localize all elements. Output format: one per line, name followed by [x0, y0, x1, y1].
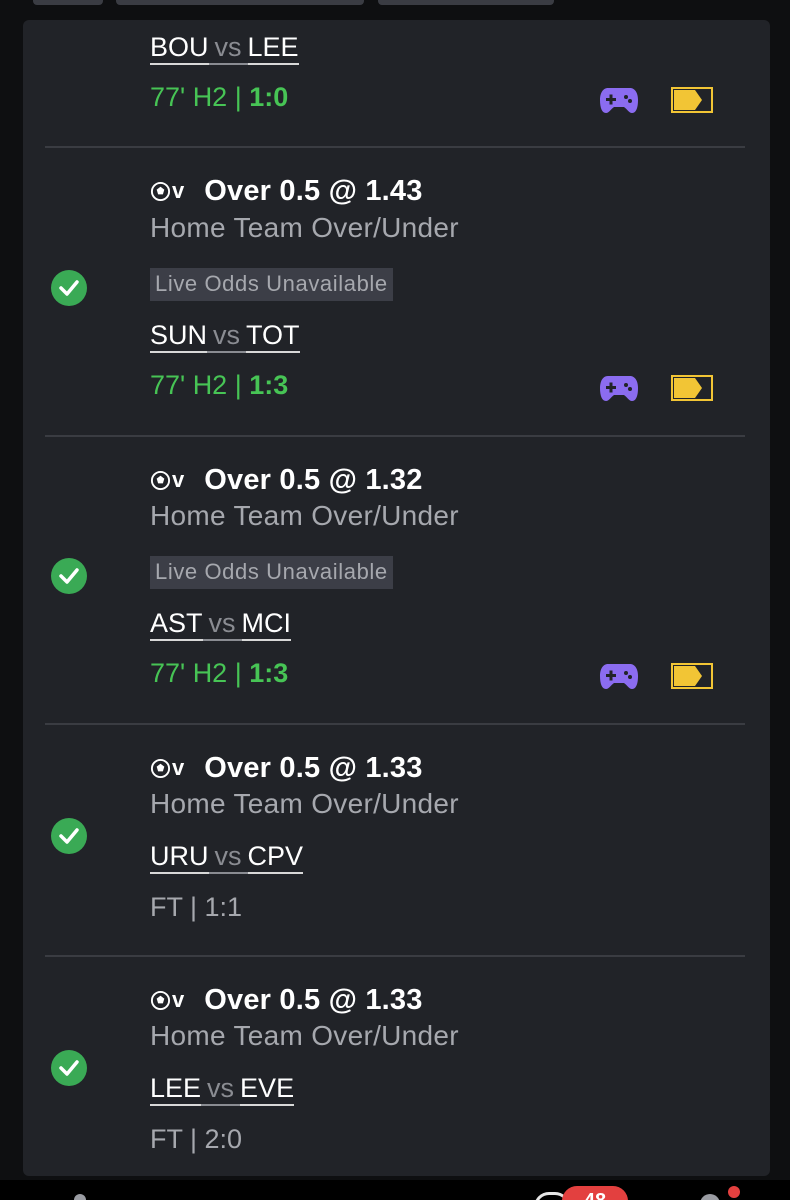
match-status: 77' H2 | 1:3	[150, 658, 288, 689]
live-stream-tv-icon[interactable]	[671, 375, 713, 401]
match-teams[interactable]: LEE vs EVE	[150, 1073, 295, 1106]
match-status: FT | 2:0	[150, 1124, 243, 1154]
home-team[interactable]: BOU	[150, 32, 209, 65]
home-team[interactable]: SUN	[150, 320, 208, 353]
notification-badge: 48	[562, 1186, 628, 1200]
match-teams[interactable]: SUN vs TOT	[150, 320, 300, 353]
match-clock: 77' H2 |	[150, 82, 250, 112]
versus-label: vs	[201, 1073, 241, 1106]
nav-home-icon[interactable]	[74, 1194, 86, 1200]
tab-stub[interactable]	[33, 0, 103, 5]
match-score: 1:3	[249, 658, 289, 688]
match-teams[interactable]: BOU vs LEE	[150, 32, 299, 65]
match-status: 77' H2 | 1:0	[150, 82, 288, 113]
check-circle-icon	[51, 818, 87, 854]
game-controller-icon[interactable]	[599, 661, 639, 691]
match-clock: 77' H2 |	[150, 658, 250, 688]
sport-suffix: v	[172, 178, 185, 203]
versus-label: vs	[208, 841, 248, 874]
check-circle-icon	[51, 270, 87, 306]
match-teams[interactable]: URU vs CPV	[150, 841, 304, 874]
live-stream-tv-icon[interactable]	[671, 87, 713, 113]
away-team[interactable]: TOT	[246, 320, 300, 353]
odds-unavailable-badge: Live Odds Unavailable	[150, 556, 393, 589]
sport-suffix: v	[172, 987, 185, 1012]
market-type: Home Team Over/Under	[150, 1020, 459, 1051]
soccer-ball-icon: v	[150, 178, 184, 204]
tab-stub[interactable]	[378, 0, 554, 5]
match-teams[interactable]: AST vs MCI	[150, 608, 292, 641]
match-score: 1:0	[249, 82, 289, 112]
match-status: FT | 1:1	[150, 892, 243, 922]
check-circle-icon	[51, 558, 87, 594]
selection-item: v Over 0.5 @ 1.33 Home Team Over/Under L…	[23, 956, 770, 1176]
odds-unavailable-badge: Live Odds Unavailable	[150, 268, 393, 301]
selection-item: v Over 0.5 @ 1.43 Home Team Over/Under L…	[23, 148, 770, 437]
match-score: 1:3	[249, 370, 289, 400]
selection-odds: Over 0.5 @ 1.32	[204, 463, 423, 496]
selection-header: v Over 0.5 @ 1.43	[150, 174, 423, 208]
selection-item: BOU vs LEE 77' H2 | 1:0	[23, 20, 770, 148]
selection-odds: Over 0.5 @ 1.43	[204, 174, 423, 207]
market-type: Home Team Over/Under	[150, 788, 459, 819]
away-team[interactable]: CPV	[247, 841, 304, 874]
soccer-ball-icon: v	[150, 755, 184, 781]
home-team[interactable]: LEE	[150, 1073, 202, 1106]
versus-label: vs	[207, 320, 247, 353]
away-team[interactable]: MCI	[241, 608, 292, 641]
selection-item: v Over 0.5 @ 1.32 Home Team Over/Under L…	[23, 436, 770, 725]
tab-stub[interactable]	[116, 0, 364, 5]
soccer-ball-icon: v	[150, 987, 184, 1013]
versus-label: vs	[208, 32, 248, 65]
game-controller-icon[interactable]	[599, 373, 639, 403]
top-tabs	[0, 0, 790, 18]
home-team[interactable]: URU	[150, 841, 209, 874]
selection-header: v Over 0.5 @ 1.33	[150, 751, 423, 785]
selection-header: v Over 0.5 @ 1.33	[150, 983, 423, 1017]
bet-selections-card: BOU vs LEE 77' H2 | 1:0 v Over 0.5 @ 1.43 …	[23, 20, 770, 1176]
bottom-navigation: 48	[0, 1180, 790, 1200]
home-team[interactable]: AST	[150, 608, 203, 641]
selection-header: v Over 0.5 @ 1.32	[150, 463, 423, 497]
sport-suffix: v	[172, 755, 185, 780]
match-status: 77' H2 | 1:3	[150, 370, 288, 401]
live-stream-tv-icon[interactable]	[671, 663, 713, 689]
sport-suffix: v	[172, 467, 185, 492]
soccer-ball-icon: v	[150, 467, 184, 493]
selection-odds: Over 0.5 @ 1.33	[204, 983, 423, 1016]
market-type: Home Team Over/Under	[150, 500, 459, 531]
alert-dot	[728, 1186, 740, 1198]
selection-item: v Over 0.5 @ 1.33 Home Team Over/Under U…	[23, 724, 770, 957]
match-clock: 77' H2 |	[150, 370, 250, 400]
nav-account-icon[interactable]	[700, 1194, 720, 1200]
market-type: Home Team Over/Under	[150, 212, 459, 243]
selection-odds: Over 0.5 @ 1.33	[204, 751, 423, 784]
check-circle-icon	[51, 1050, 87, 1086]
away-team[interactable]: LEE	[247, 32, 299, 65]
away-team[interactable]: EVE	[240, 1073, 295, 1106]
versus-label: vs	[202, 608, 242, 641]
game-controller-icon[interactable]	[599, 85, 639, 115]
